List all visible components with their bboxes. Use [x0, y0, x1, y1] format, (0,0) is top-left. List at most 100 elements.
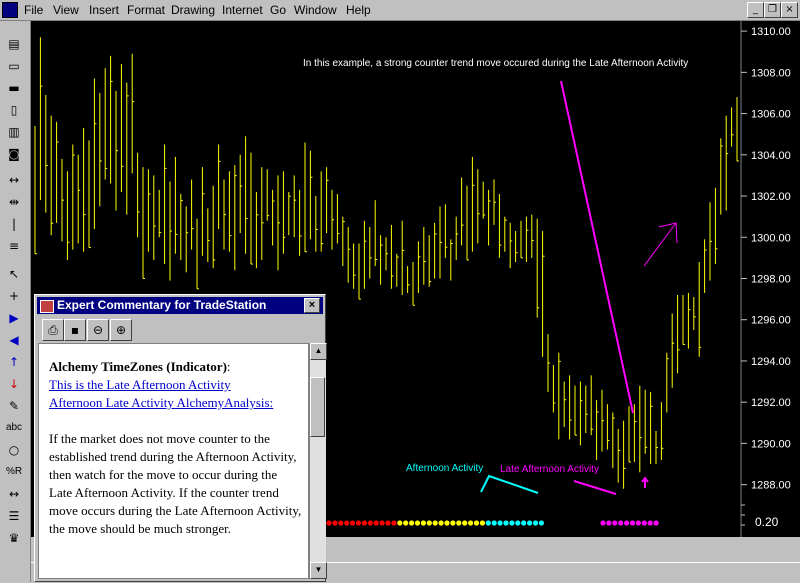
price-bar [563, 381, 567, 427]
scroll-up-button[interactable]: ▲ [310, 343, 327, 360]
print-icon[interactable]: ⎙ [42, 319, 64, 341]
compress-icon[interactable]: ⇹ [4, 193, 24, 211]
menu-window[interactable]: Window [294, 3, 337, 17]
commentary-window-icon [40, 300, 54, 313]
price-bar [736, 97, 739, 162]
late-afternoon-link[interactable]: This is the Late Afternoon Activity [49, 376, 302, 394]
commentary-scrollbar[interactable]: ▲ ▼ [309, 343, 327, 579]
indicator-dot-red [355, 520, 362, 526]
percent-r-icon[interactable]: %R [4, 463, 24, 481]
price-bar [369, 226, 372, 279]
scroll-thumb[interactable] [310, 377, 325, 437]
indicator-dot-yellow [444, 520, 450, 526]
arrow-down-icon[interactable]: ↓ [4, 375, 24, 393]
open-folder-icon[interactable]: ▭ [4, 57, 24, 75]
price-bar [266, 169, 270, 221]
strategy-icon[interactable]: ◙ [4, 145, 24, 163]
price-bar [212, 185, 216, 269]
price-bar [72, 144, 75, 250]
price-bar [93, 78, 97, 230]
indicator-dot-yellow [456, 520, 462, 526]
indicator-dot-magenta [641, 520, 647, 526]
ellipse-icon[interactable]: ○ [4, 441, 24, 459]
list-icon[interactable]: ☰ [4, 507, 24, 525]
arrow-up-icon[interactable]: ↑ [4, 353, 24, 371]
scroll-down-button[interactable]: ▼ [310, 562, 327, 579]
indicator-dot-yellow [409, 520, 415, 526]
indicator-dot-red [344, 520, 350, 526]
price-bar [34, 125, 37, 255]
price-bar [228, 171, 232, 252]
y-tick-label: 1290.00 [751, 438, 791, 450]
price-bar [434, 222, 437, 279]
price-bar [255, 191, 259, 269]
indicator-dot-red [332, 520, 338, 526]
indicator-dot-cyan [532, 520, 539, 526]
price-bar [693, 297, 696, 331]
menu-help[interactable]: Help [346, 3, 371, 17]
goto-end-icon[interactable]: ▶ [4, 309, 24, 327]
price-bar [315, 196, 318, 252]
crosshair-icon[interactable]: + [4, 287, 24, 305]
price-bar [115, 90, 118, 211]
price-bar [714, 187, 718, 265]
minimize-button[interactable]: _ [747, 2, 764, 18]
price-bar [218, 144, 221, 230]
restore-button[interactable]: ❐ [764, 2, 781, 18]
commentary-text-pane[interactable]: Alchemy TimeZones (Indicator): This is t… [38, 343, 309, 579]
price-bar [110, 55, 113, 184]
save-folder-icon[interactable]: ▬ [4, 79, 24, 97]
pointer-icon[interactable]: ↖ [4, 265, 24, 283]
app-icon[interactable] [2, 2, 18, 18]
afternoon-activity-label: Afternoon Activity [406, 463, 483, 474]
commentary-heading: Alchemy TimeZones (Indicator) [49, 359, 227, 374]
price-bar [304, 142, 307, 253]
price-bar [504, 216, 507, 252]
menu-view[interactable]: View [53, 3, 79, 17]
save-icon[interactable]: ▪ [64, 319, 86, 341]
menu-format[interactable]: Format [127, 3, 165, 17]
menu-file[interactable]: File [24, 3, 43, 17]
alchemy-analysis-link[interactable]: Afternoon Late Activity AlchemyAnalysis: [49, 394, 302, 412]
price-bar [126, 82, 129, 215]
vertical-line-icon[interactable]: | [4, 215, 24, 233]
y-tick-label: 1298.00 [751, 273, 791, 285]
print-icon[interactable]: ▤ [4, 35, 24, 53]
menu-drawing[interactable]: Drawing [171, 3, 215, 17]
indicator-dot-red [350, 520, 356, 526]
menu-internet[interactable]: Internet [222, 3, 263, 17]
new-document-icon[interactable]: ▯ [4, 101, 24, 119]
price-bar [401, 220, 405, 295]
trophy-icon[interactable]: ♛ [4, 529, 24, 547]
expert-commentary-window[interactable]: Expert Commentary for TradeStation × ⎙ ▪… [34, 294, 327, 582]
zoom-in-icon[interactable]: ⊕ [110, 319, 132, 341]
indicator-dot-yellow [420, 520, 426, 526]
indicator-dot-magenta [635, 520, 642, 526]
price-bar [180, 193, 183, 260]
menu-go[interactable]: Go [270, 3, 286, 17]
price-bar [385, 237, 388, 271]
close-button[interactable]: × [781, 2, 798, 18]
price-bar [574, 385, 577, 436]
zoom-out-icon[interactable]: ⊖ [87, 319, 109, 341]
price-bar [428, 235, 432, 287]
double-arrow-icon[interactable]: ↔ [4, 485, 24, 503]
y-tick-label: 1294.00 [751, 356, 791, 368]
expand-icon[interactable]: ↔ [4, 171, 24, 189]
menu-insert[interactable]: Insert [89, 3, 119, 17]
chart-icon[interactable]: ▥ [4, 123, 24, 141]
price-bar [569, 375, 572, 440]
price-bar [498, 193, 502, 258]
pencil-icon[interactable]: ✎ [4, 397, 24, 415]
goto-start-icon[interactable]: ◀ [4, 331, 24, 349]
commentary-titlebar[interactable]: Expert Commentary for TradeStation × [37, 297, 323, 314]
text-icon[interactable]: abc [4, 419, 24, 437]
commentary-close-button[interactable]: × [304, 298, 320, 313]
horizontal-lines-icon[interactable]: ≡ [4, 237, 24, 255]
price-bar [579, 381, 583, 446]
price-bar [223, 179, 226, 250]
commentary-heading-line: Alchemy TimeZones (Indicator): [49, 358, 302, 376]
price-bar [196, 218, 199, 290]
indicator-dot-red [338, 520, 344, 526]
trend-arrow-shaft [643, 222, 677, 267]
